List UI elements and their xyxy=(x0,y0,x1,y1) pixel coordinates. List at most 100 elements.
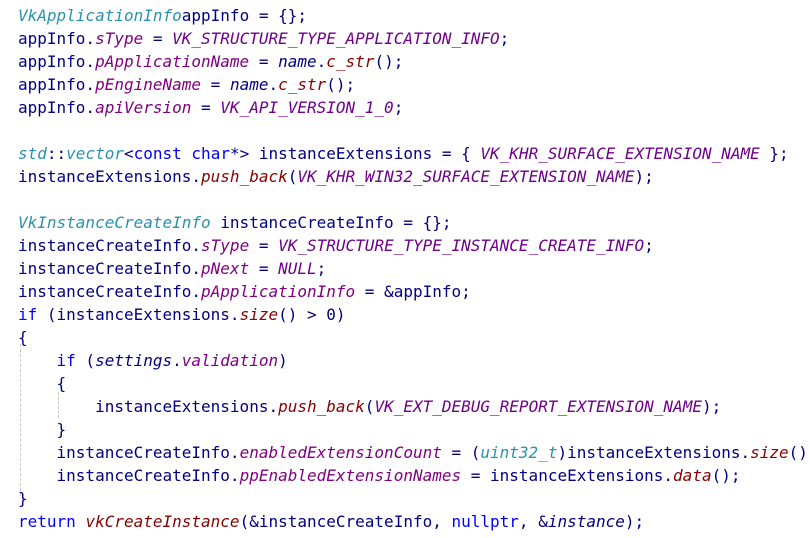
code-text: instanceCreateInfo. xyxy=(18,443,240,462)
macro-name: NULL xyxy=(278,259,317,278)
code-line: { xyxy=(18,326,808,349)
type-name: std xyxy=(18,144,47,163)
function-name: push_back xyxy=(201,167,288,186)
keyword: if xyxy=(18,305,38,324)
macro-name: VK_API_VERSION_1_0 xyxy=(220,98,394,117)
function-name: data xyxy=(673,466,712,485)
member-name: sType xyxy=(201,236,250,255)
function-name: size xyxy=(239,305,279,324)
member-name: pNext xyxy=(201,259,250,278)
code-line: return vkCreateInstance(&instanceCreateI… xyxy=(18,510,808,533)
code-text: } xyxy=(18,420,67,439)
member-name: ppEnabledExtensionNames xyxy=(239,466,462,485)
code-text: ( xyxy=(287,167,298,186)
code-text: instanceCreateInfo. xyxy=(18,236,202,255)
code-text: < xyxy=(123,144,134,163)
code-text: = xyxy=(201,75,230,94)
type-name: uint32_t xyxy=(480,443,558,462)
member-name: pApplicationInfo xyxy=(201,282,356,301)
code-text: { xyxy=(18,374,67,393)
code-text: appInfo. xyxy=(18,29,96,48)
code-text: = xyxy=(191,98,221,117)
code-text: = xyxy=(249,259,279,278)
identifier: settings xyxy=(95,351,173,370)
type-name: vector xyxy=(66,144,124,163)
code-text: ( xyxy=(75,351,96,370)
code-text: appInfo. xyxy=(18,75,96,94)
code-text: () xyxy=(788,443,808,462)
code-line: { xyxy=(18,372,808,395)
code-text: , & xyxy=(518,512,548,531)
code-text: ; xyxy=(499,29,510,48)
code-line: appInfo.pApplicationName = name.c_str(); xyxy=(18,50,808,73)
keyword: return xyxy=(18,512,76,531)
code-text: :: xyxy=(46,144,67,163)
code-text: = &appInfo; xyxy=(355,282,471,301)
macro-name: VK_STRUCTURE_TYPE_APPLICATION_INFO xyxy=(172,29,500,48)
code-text: (); xyxy=(326,75,356,94)
code-text: . xyxy=(268,75,279,94)
member-name: sType xyxy=(95,29,144,48)
code-text: { xyxy=(18,328,28,347)
identifier: name xyxy=(278,52,317,71)
code-line: instanceCreateInfo.ppEnabledExtensionNam… xyxy=(18,464,808,487)
code-line: instanceExtensions.push_back(VK_KHR_WIN3… xyxy=(18,165,808,188)
code-line: std::vector<const char*> instanceExtensi… xyxy=(18,142,808,165)
code-text: instanceExtensions. xyxy=(18,167,202,186)
code-text: instanceCreateInfo. xyxy=(18,466,240,485)
macro-name: VK_KHR_SURFACE_EXTENSION_NAME xyxy=(480,144,760,163)
code-editor[interactable]: VkApplicationInfoappInfo = {}; appInfo.sT… xyxy=(0,0,810,538)
member-name: pApplicationName xyxy=(95,52,250,71)
keyword: char xyxy=(191,144,230,163)
code-text: instanceCreateInfo. xyxy=(18,282,202,301)
code-text: appInfo. xyxy=(18,52,96,71)
code-line: appInfo.sType = VK_STRUCTURE_TYPE_APPLIC… xyxy=(18,27,808,50)
code-text: . xyxy=(316,52,327,71)
code-text: } xyxy=(18,489,28,508)
code-text: ; xyxy=(644,236,654,255)
code-text: ); xyxy=(701,397,722,416)
code-text: )instanceExtensions. xyxy=(557,443,751,462)
keyword: nullptr xyxy=(451,512,519,531)
type-name: VkInstanceCreateInfo xyxy=(18,213,211,232)
code-line: appInfo.pEngineName = name.c_str(); xyxy=(18,73,808,96)
function-name: vkCreateInstance xyxy=(85,512,240,531)
code-text: ) xyxy=(278,351,288,370)
code-text: ; xyxy=(316,259,327,278)
code-text: ); xyxy=(624,512,645,531)
code-text: = xyxy=(249,236,279,255)
code-line: VkApplicationInfoappInfo = {}; xyxy=(18,4,808,27)
code-text: instanceCreateInfo = {}; xyxy=(210,213,452,232)
code-text: }; xyxy=(759,144,789,163)
identifier: name xyxy=(229,75,269,94)
code-text: (&instanceCreateInfo, xyxy=(239,512,452,531)
code-text[interactable]: VkApplicationInfoappInfo = {}; appInfo.sT… xyxy=(18,4,808,533)
function-name: c_str xyxy=(326,52,375,71)
code-text: = instanceExtensions. xyxy=(461,466,674,485)
code-line: VkInstanceCreateInfo instanceCreateInfo … xyxy=(18,211,808,234)
code-line: instanceCreateInfo.enabledExtensionCount… xyxy=(18,441,808,464)
code-text: . xyxy=(172,351,182,370)
code-line: } xyxy=(18,418,808,441)
code-line: appInfo.apiVersion = VK_API_VERSION_1_0; xyxy=(18,96,808,119)
macro-name: VK_KHR_WIN32_SURFACE_EXTENSION_NAME xyxy=(297,167,635,186)
code-line: instanceCreateInfo.sType = VK_STRUCTURE_… xyxy=(18,234,808,257)
code-text: appInfo. xyxy=(18,98,96,117)
code-text: (instanceExtensions. xyxy=(37,305,240,324)
macro-name: VK_EXT_DEBUG_REPORT_EXTENSION_NAME xyxy=(374,397,702,416)
code-text: (); xyxy=(374,52,404,71)
code-text: () > 0) xyxy=(278,305,346,324)
code-line: instanceCreateInfo.pNext = NULL; xyxy=(18,257,808,280)
identifier: instance xyxy=(547,512,625,531)
code-text: instanceExtensions. xyxy=(18,397,279,416)
macro-name: VK_STRUCTURE_TYPE_INSTANCE_CREATE_INFO xyxy=(278,236,645,255)
code-line: instanceExtensions.push_back(VK_EXT_DEBU… xyxy=(18,395,808,418)
member-name: pEngineName xyxy=(95,75,202,94)
member-name: validation xyxy=(181,351,279,370)
code-line: if (settings.validation) xyxy=(18,349,808,372)
function-name: size xyxy=(750,443,789,462)
code-line: if (instanceExtensions.size() > 0) xyxy=(18,303,808,326)
code-text: ); xyxy=(634,167,654,186)
